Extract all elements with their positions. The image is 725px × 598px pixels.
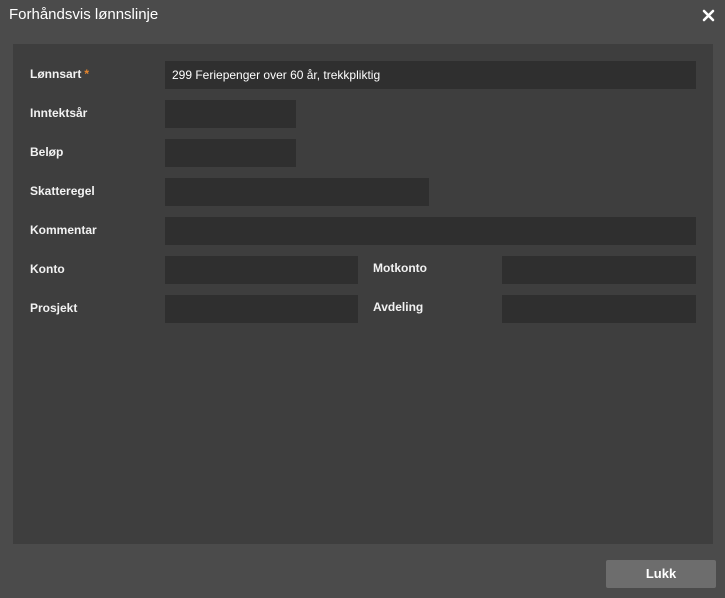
skatteregel-label: Skatteregel [30,184,95,198]
close-button[interactable]: Lukk [606,560,716,588]
dialog-title: Forhåndsvis lønnslinje [9,6,159,23]
lonnsart-label-text: Lønnsart [30,67,82,81]
skatteregel-field[interactable] [165,178,429,206]
motkonto-field[interactable] [502,256,696,284]
kommentar-label: Kommentar [30,223,97,237]
konto-label: Konto [30,262,65,276]
dialog-title-bar: Forhåndsvis lønnslinje [0,0,725,32]
form-panel: Lønnsart * 299 Feriepenger over 60 år, tr… [13,44,713,544]
inntektsar-field[interactable] [165,100,296,128]
inntektsar-label: Inntektsår [30,106,88,120]
lonnsart-label: Lønnsart * [30,67,89,81]
close-icon[interactable] [701,6,717,24]
avdeling-label: Avdeling [373,300,424,314]
motkonto-label: Motkonto [373,261,427,275]
prosjekt-field[interactable] [165,295,358,323]
kommentar-field[interactable] [165,217,696,245]
belop-label: Beløp [30,145,64,159]
lonnsart-field[interactable]: 299 Feriepenger over 60 år, trekkpliktig [165,61,696,89]
avdeling-field[interactable] [502,295,696,323]
konto-field[interactable] [165,256,358,284]
required-marker: * [84,67,90,81]
prosjekt-label: Prosjekt [30,301,78,315]
belop-field[interactable] [165,139,296,167]
preview-dialog: Forhåndsvis lønnslinje Lønnsart * 299 Fer… [0,0,725,598]
